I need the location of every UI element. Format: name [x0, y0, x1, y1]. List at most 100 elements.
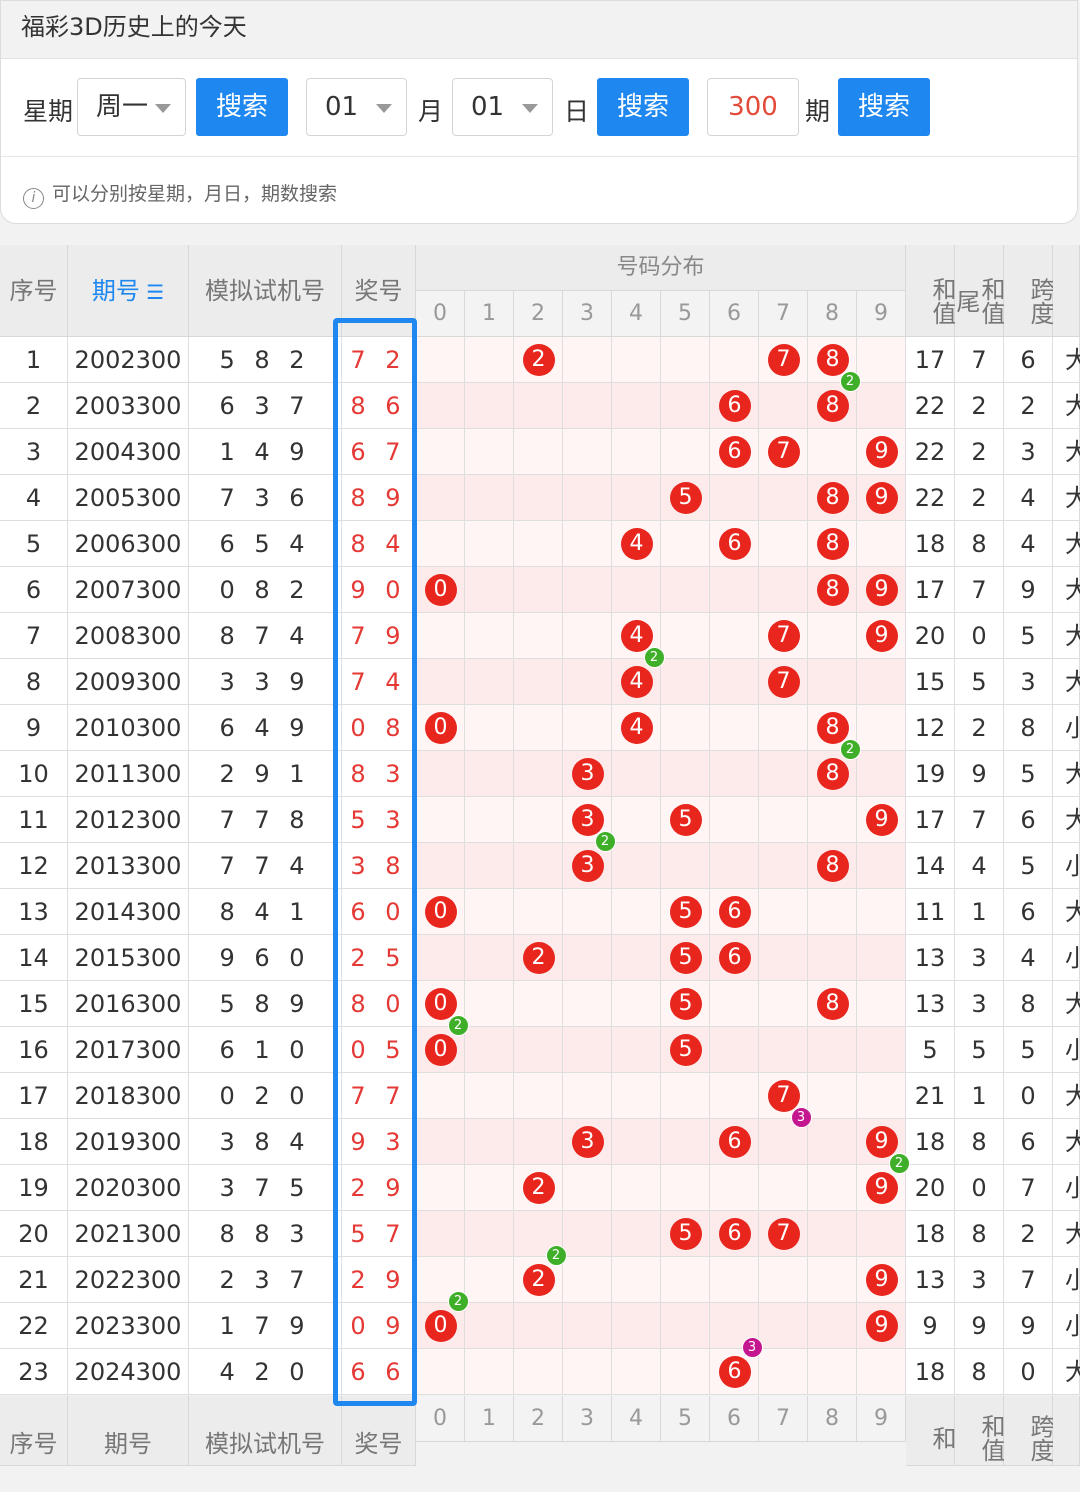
- dist-cell: [710, 1257, 759, 1303]
- dist-cell: [808, 889, 857, 935]
- dist-cell: [759, 889, 808, 935]
- day-value: 01: [471, 92, 505, 122]
- dist-cell: [661, 383, 710, 429]
- row-span: 3: [1004, 659, 1053, 705]
- footer-sum: 和: [906, 1396, 956, 1466]
- ball-0: 0: [424, 1034, 457, 1066]
- dist-cell: [857, 751, 906, 797]
- row-sum: 9: [906, 1303, 955, 1349]
- row-tail: 0: [955, 1165, 1004, 1211]
- issue-search-button[interactable]: 搜索: [838, 78, 930, 136]
- dist-cell: [612, 1257, 661, 1303]
- dist-cell: [857, 521, 906, 567]
- chevron-down-icon: [376, 104, 392, 113]
- day-select[interactable]: 01: [452, 78, 553, 136]
- digit-header-3: 3: [563, 291, 612, 337]
- dist-cell: [514, 981, 563, 1027]
- row-prize: 7 2 8: [342, 337, 416, 420]
- row-idx: 7: [0, 613, 68, 659]
- dist-cell: [612, 1349, 661, 1395]
- ball-5: 5: [669, 896, 702, 928]
- month-select[interactable]: 01: [306, 78, 407, 136]
- row-size: 大: [1053, 429, 1080, 475]
- row-tail: 3: [955, 981, 1004, 1027]
- row-span: 9: [1004, 567, 1053, 613]
- date-search-button[interactable]: 搜索: [597, 78, 689, 136]
- dist-cell: [661, 521, 710, 567]
- headers-trial: 模拟试机号: [189, 245, 342, 337]
- row-idx: 19: [0, 1165, 68, 1211]
- row-prize: 0 9 0: [342, 1303, 416, 1386]
- dist-cell: [710, 843, 759, 889]
- row-span: 6: [1004, 797, 1053, 843]
- weekday-select[interactable]: 周一: [77, 78, 186, 136]
- ball-4: 4: [620, 666, 653, 698]
- footer-prize: 奖号: [342, 1396, 416, 1466]
- row-tail: 2: [955, 705, 1004, 751]
- dist-cell: [612, 981, 661, 1027]
- headers-sum-tail: 和值尾: [952, 245, 1005, 337]
- row-prize: 0 5 0: [342, 1027, 416, 1110]
- dist-cell: [710, 337, 759, 383]
- sort-icon[interactable]: ☰: [140, 280, 164, 304]
- dist-cell: [416, 659, 465, 705]
- ball-0: 0: [424, 712, 457, 744]
- issue-input[interactable]: 300: [707, 78, 799, 136]
- ball-6: 6: [718, 436, 751, 468]
- dist-cell: [465, 1027, 514, 1073]
- dist-cell: [514, 751, 563, 797]
- dist-cell: [808, 1303, 857, 1349]
- ball-5: 5: [669, 942, 702, 974]
- dist-cell: [563, 935, 612, 981]
- dist-cell: [759, 1303, 808, 1349]
- row-idx: 16: [0, 1027, 68, 1073]
- ball-8: 8: [816, 850, 849, 882]
- headers-issue[interactable]: 期号 ☰: [68, 245, 189, 337]
- row-span: 5: [1004, 1027, 1053, 1073]
- ball-2: 2: [522, 942, 555, 974]
- chevron-down-icon: [155, 104, 171, 113]
- row-sum: 17: [906, 797, 955, 843]
- ball-4: 4: [620, 528, 653, 560]
- row-idx: 4: [0, 475, 68, 521]
- dist-cell: [612, 1303, 661, 1349]
- chevron-down-icon: [522, 104, 538, 113]
- dist-cell: [416, 751, 465, 797]
- dist-cell: [857, 981, 906, 1027]
- weekday-search-button[interactable]: 搜索: [196, 78, 288, 136]
- row-prize: 9 3 6: [342, 1119, 416, 1202]
- dist-cell: [857, 1073, 906, 1119]
- dist-cell: [661, 1073, 710, 1119]
- row-issue: 2010300: [68, 705, 189, 751]
- dist-cell: [563, 337, 612, 383]
- row-sum: 13: [906, 935, 955, 981]
- row-size: 小: [1053, 843, 1080, 889]
- row-idx: 14: [0, 935, 68, 981]
- repeat-badge-2: 2: [839, 371, 861, 392]
- dist-cell: [563, 475, 612, 521]
- row-tail: 7: [955, 337, 1004, 383]
- row-prize: 2 9 2: [342, 1257, 416, 1340]
- dist-cell: [857, 659, 906, 705]
- dist-cell: [759, 521, 808, 567]
- dist-cell: [759, 383, 808, 429]
- ball-5: 5: [669, 804, 702, 836]
- digit-header-6: 6: [710, 291, 759, 337]
- dist-cell: [808, 613, 857, 659]
- digit-header-2: 2: [514, 291, 563, 337]
- row-trial: 5 8 9: [189, 981, 342, 1027]
- dist-cell: [759, 1257, 808, 1303]
- row-issue: 2005300: [68, 475, 189, 521]
- dist-cell: [416, 521, 465, 567]
- ball-2: 2: [522, 344, 555, 376]
- digit-header-8: 8: [808, 1396, 857, 1442]
- row-size: 大: [1053, 383, 1080, 429]
- ball-8: 8: [816, 758, 849, 790]
- ball-6: 6: [718, 1356, 751, 1388]
- dist-cell: [514, 475, 563, 521]
- dist-cell: [465, 1119, 514, 1165]
- row-issue: 2009300: [68, 659, 189, 705]
- row-size: 小: [1053, 1165, 1080, 1211]
- dist-cell: [759, 705, 808, 751]
- dist-cell: [661, 1303, 710, 1349]
